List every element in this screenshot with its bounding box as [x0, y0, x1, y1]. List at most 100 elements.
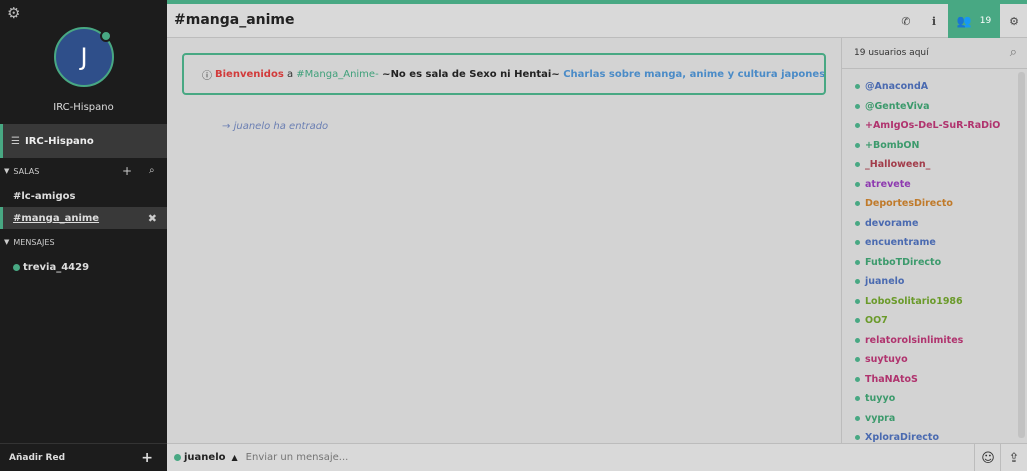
user-list-item[interactable]: +AmIgOs-DeL-SuR-RaDiO	[842, 116, 1027, 136]
messages-label: MENSAJES	[13, 237, 55, 247]
network-row[interactable]: ☰ IRC-Hispano	[0, 124, 167, 158]
join-text: ha entrado	[273, 121, 329, 132]
search-users-icon[interactable]: ⌕	[1010, 45, 1017, 60]
topic-description: Charlas sobre manga, anime y cultura jap…	[563, 68, 826, 80]
user-name: relatorolsinlimites	[865, 334, 964, 346]
network-name: IRC-Hispano	[53, 102, 114, 113]
user-name: vypra	[865, 412, 896, 424]
channel-item-manga-anime[interactable]: #manga_anime ✖	[0, 207, 167, 229]
user-list-item[interactable]: @GenteViva	[842, 97, 1027, 117]
settings-gear-icon[interactable]: ⚙	[7, 5, 20, 21]
online-dot-icon	[855, 103, 860, 109]
user-name: atrevete	[865, 178, 911, 190]
status-dot-icon	[100, 30, 112, 42]
user-list-item[interactable]: ThaNAtoS	[842, 370, 1027, 390]
message-area: ⓘ Bienvenidos a #Manga_Anime- ~No es sal…	[167, 38, 841, 443]
user-list-item[interactable]: tuyyo	[842, 389, 1027, 409]
users-toggle-button[interactable]: 👥 19	[948, 4, 1000, 38]
join-nick[interactable]: juanelo	[234, 121, 271, 132]
user-list-header: 19 usuarios aquí ⌕	[842, 38, 1027, 69]
join-message: → juanelo ha entrado	[222, 121, 328, 132]
user-list-item[interactable]: atrevete	[842, 175, 1027, 195]
user-count: 19	[979, 16, 992, 26]
user-name: suytuyo	[865, 354, 908, 366]
user-name: XploraDirecto	[865, 432, 939, 444]
user-name: devorame	[865, 217, 919, 229]
user-list-item[interactable]: OO7	[842, 311, 1027, 331]
user-name: DeportesDirecto	[865, 198, 953, 210]
user-list-item[interactable]: _Halloween_	[842, 155, 1027, 175]
user-count-heading: 19 usuarios aquí	[854, 48, 929, 58]
user-name: LoboSolitario1986	[865, 295, 963, 307]
channel-title: #manga_anime	[174, 12, 295, 28]
online-dot-icon	[855, 415, 860, 421]
online-dot-icon	[855, 318, 860, 324]
add-network-label: Añadir Red	[9, 452, 66, 463]
user-name: ThaNAtoS	[865, 373, 918, 385]
online-dot-icon	[855, 181, 860, 187]
user-list-item[interactable]: relatorolsinlimites	[842, 331, 1027, 351]
online-dot-icon	[855, 142, 860, 148]
query-item-trevia[interactable]: trevia_4429	[0, 256, 167, 278]
online-dot-icon	[855, 279, 860, 285]
user-name: +AmIgOs-DeL-SuR-RaDiO	[865, 120, 1001, 132]
topic-warning: ~No es sala de Sexo ni Hentai~	[378, 68, 564, 80]
user-list-item[interactable]: LoboSolitario1986	[842, 292, 1027, 312]
message-input[interactable]	[245, 452, 866, 463]
user-list-item[interactable]: suytuyo	[842, 350, 1027, 370]
topic-to: a	[283, 68, 297, 80]
user-list-item[interactable]: DeportesDirecto	[842, 194, 1027, 214]
channel-settings-gear-icon[interactable]: ⚙	[1000, 4, 1027, 38]
user-list-scrollbar[interactable]	[1018, 72, 1025, 438]
online-dot-icon	[174, 454, 181, 461]
online-dot-icon	[13, 263, 20, 271]
caret-down-icon: ▼	[4, 238, 10, 246]
nick-selector[interactable]: juanelo ▲	[174, 452, 238, 463]
info-icon[interactable]: i	[920, 4, 948, 38]
online-dot-icon	[855, 123, 860, 129]
join-arrow-icon: →	[222, 121, 231, 132]
rooms-section-header[interactable]: ▼ SALAS + ⌕	[0, 160, 167, 182]
user-list: @AnacondA @GenteViva +AmIgOs-DeL-SuR-RaDiO…	[842, 69, 1027, 448]
topic-welcome: Bienvenidos	[215, 68, 284, 80]
user-name: @GenteViva	[865, 100, 930, 112]
user-name: @AnacondA	[865, 81, 929, 93]
messages-section-header[interactable]: ▼ MENSAJES	[0, 231, 167, 253]
online-dot-icon	[855, 220, 860, 226]
user-list-item[interactable]: vypra	[842, 409, 1027, 429]
online-dot-icon	[855, 376, 860, 382]
user-name: OO7	[865, 315, 888, 327]
user-list-panel: 19 usuarios aquí ⌕ @AnacondA @GenteViva +A…	[841, 38, 1027, 443]
user-list-item[interactable]: +BombON	[842, 136, 1027, 156]
user-list-item[interactable]: devorame	[842, 214, 1027, 234]
info-circle-icon: ⓘ	[202, 70, 212, 82]
add-network-button[interactable]: Añadir Red +	[0, 443, 167, 471]
user-name: +BombON	[865, 139, 920, 151]
online-dot-icon	[855, 259, 860, 265]
online-dot-icon	[855, 201, 860, 207]
user-list-item[interactable]: encuentrame	[842, 233, 1027, 253]
online-dot-icon	[855, 240, 860, 246]
network-row-label: IRC-Hispano	[24, 135, 94, 147]
search-room-icon[interactable]: ⌕	[149, 165, 155, 176]
channel-item-lc-amigos[interactable]: #lc-amigos	[0, 185, 167, 207]
topic-channel: #Manga_Anime-	[296, 68, 379, 80]
phone-icon[interactable]: ✆	[892, 4, 920, 38]
user-list-item[interactable]: @AnacondA	[842, 77, 1027, 97]
emoji-icon[interactable]: ☺	[974, 444, 1001, 471]
user-list-item[interactable]: juanelo	[842, 272, 1027, 292]
online-dot-icon	[855, 396, 860, 402]
online-dot-icon	[855, 84, 860, 90]
sidebar: ⚙ J IRC-Hispano ☰ IRC-Hispano ▼ SALAS + …	[0, 0, 167, 471]
channel-topic: ⓘ Bienvenidos a #Manga_Anime- ~No es sal…	[182, 53, 826, 95]
user-list-item[interactable]: FutboTDirecto	[842, 253, 1027, 273]
add-room-icon[interactable]: +	[122, 164, 132, 178]
server-icon: ☰	[11, 135, 20, 147]
upload-icon[interactable]: ⇪	[1000, 444, 1027, 471]
online-dot-icon	[855, 162, 860, 168]
user-name: encuentrame	[865, 237, 936, 249]
user-name: juanelo	[865, 276, 905, 288]
avatar-letter: J	[80, 43, 88, 71]
close-channel-icon[interactable]: ✖	[148, 212, 157, 225]
user-name: _Halloween_	[865, 159, 931, 171]
